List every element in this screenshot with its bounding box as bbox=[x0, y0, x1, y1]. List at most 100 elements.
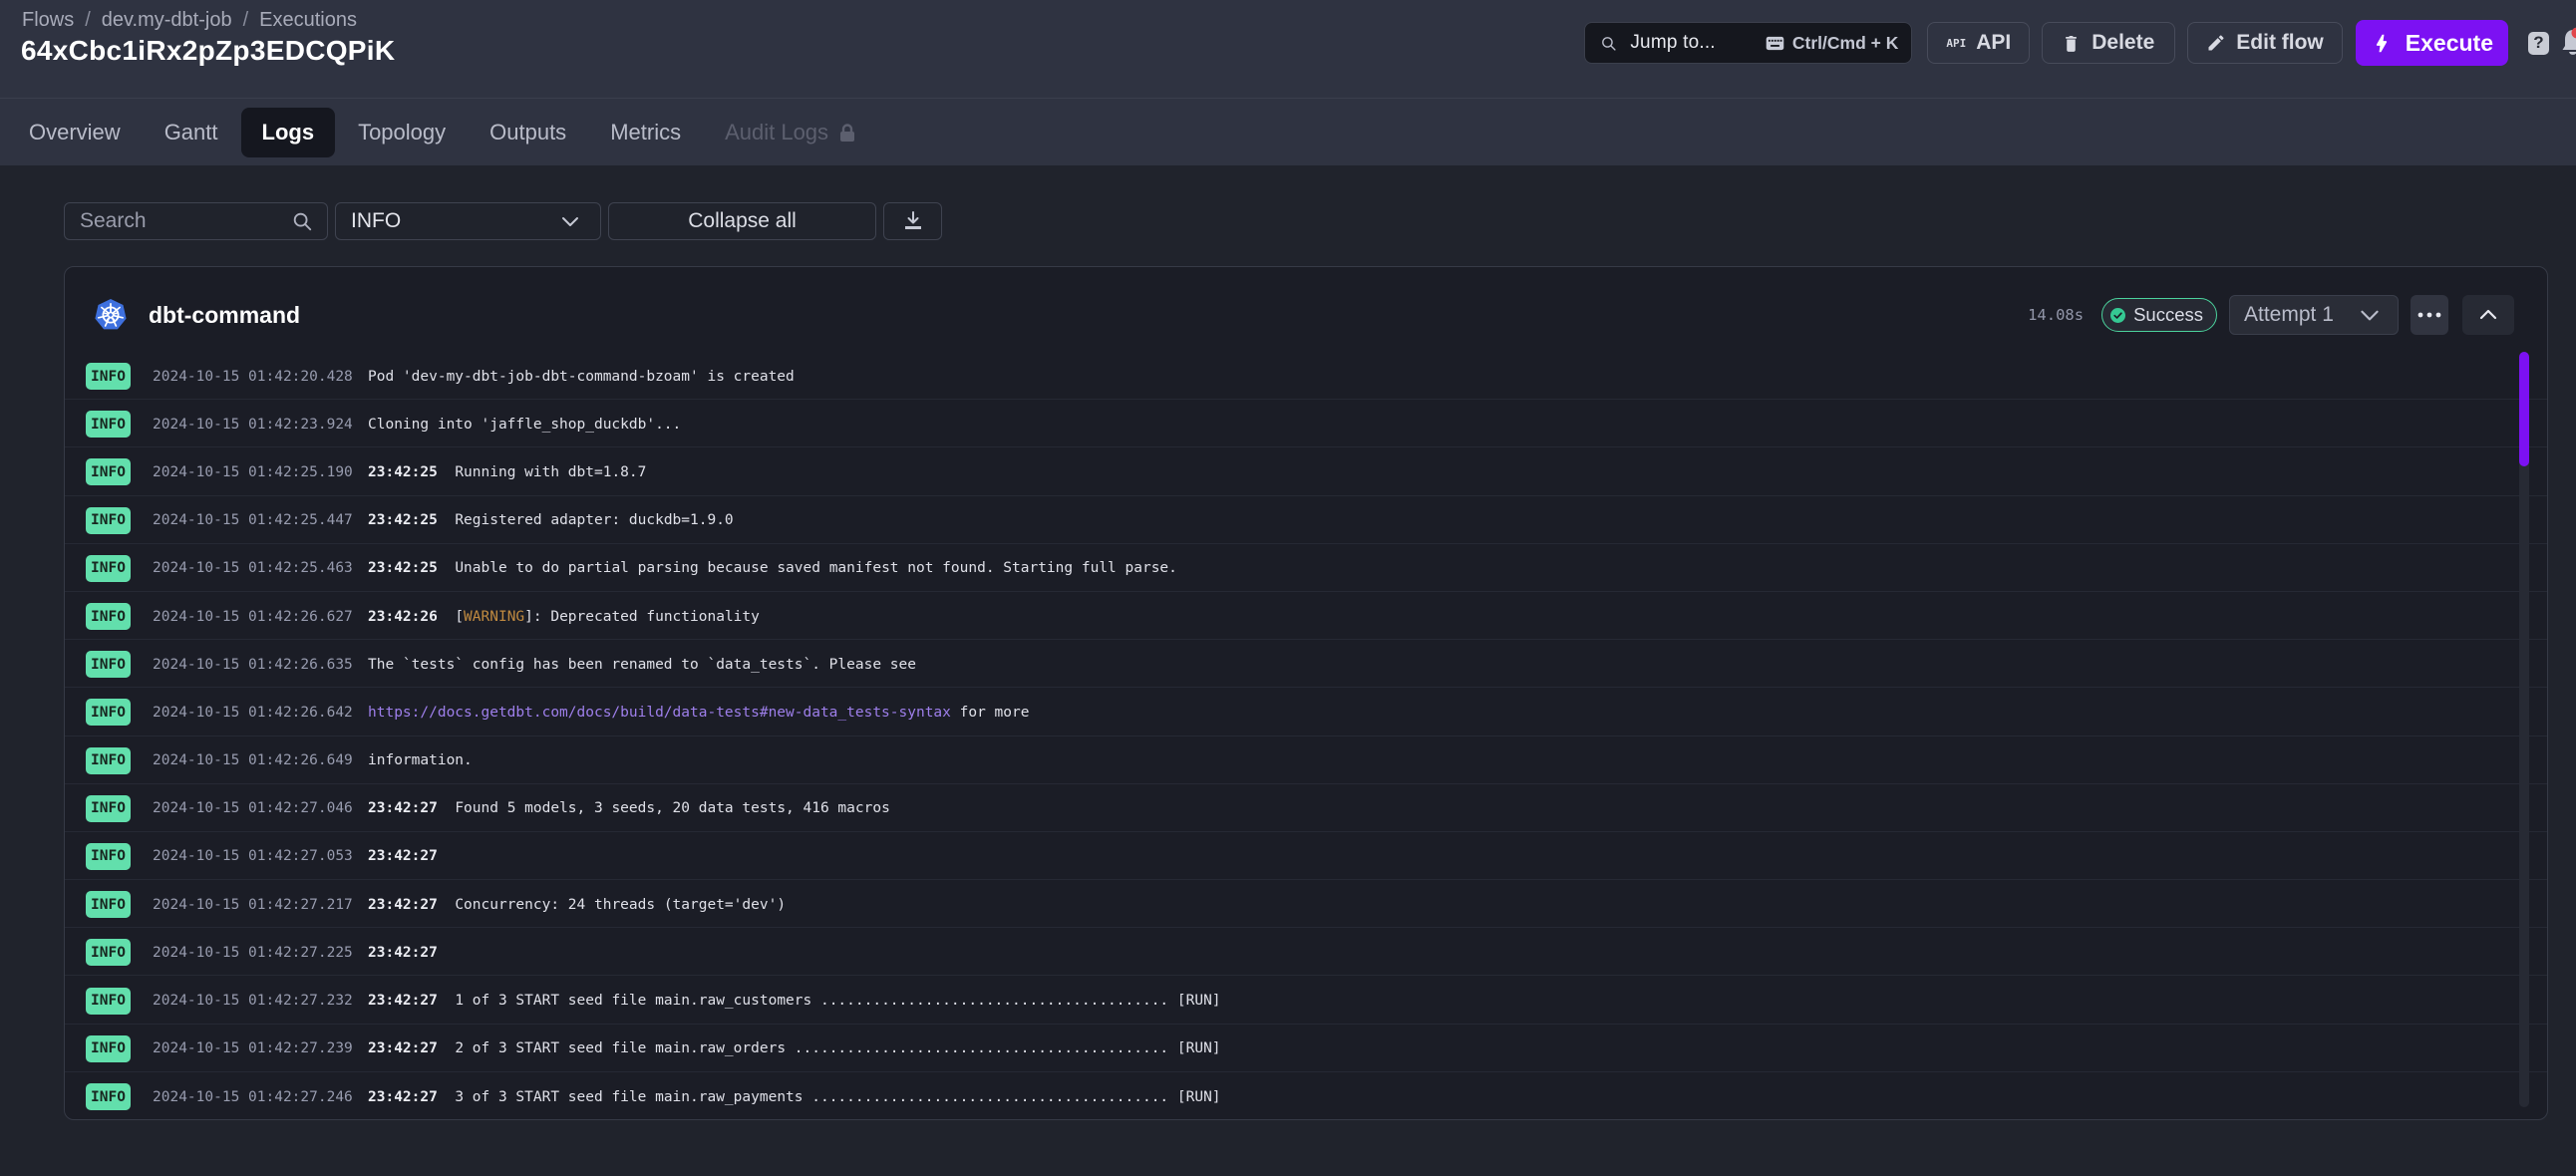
help-icon: ? bbox=[2533, 33, 2543, 53]
search-input[interactable]: Search bbox=[64, 202, 328, 240]
log-text: ]: Deprecated functionality bbox=[524, 609, 760, 625]
log-text: Found 5 models, 3 seeds, 20 data tests, … bbox=[455, 800, 890, 816]
log-row: INFO 2024-10-15 01:42:26.642 https://docs.… bbox=[65, 688, 2547, 735]
delete-button[interactable]: Delete bbox=[2042, 22, 2175, 64]
tab-audit-logs: Audit Logs bbox=[725, 120, 856, 146]
log-text: Running with dbt=1.8.7 bbox=[455, 464, 646, 480]
chevron-down-icon bbox=[2357, 302, 2383, 328]
log-row: INFO2024-10-15 01:42:25.46323:42:25 Unab… bbox=[65, 544, 2547, 592]
log-timestamp: 2024-10-15 01:42:27.046 bbox=[153, 800, 352, 816]
log-message: 23:42:27 bbox=[368, 945, 438, 961]
tab-gantt[interactable]: Gantt bbox=[164, 120, 218, 146]
log-timestamp: 2024-10-15 01:42:23.924 bbox=[153, 417, 352, 433]
attempt-select[interactable]: Attempt 1 bbox=[2229, 295, 2399, 335]
tab-outputs[interactable]: Outputs bbox=[489, 120, 566, 146]
log-text: 1 of 3 START seed file main.raw_customer… bbox=[455, 993, 1220, 1009]
log-timestamp: 2024-10-15 01:42:25.190 bbox=[153, 464, 352, 480]
log-text: for more bbox=[951, 705, 1030, 721]
log-link[interactable]: https://docs.getdbt.com/docs/build/data-… bbox=[368, 705, 951, 721]
log-row: INFO2024-10-15 01:42:26.635The `tests` c… bbox=[65, 640, 2547, 688]
log-level-badge: INFO bbox=[86, 411, 131, 438]
log-time-prefix: 23:42:27 bbox=[368, 1089, 455, 1105]
tab-metrics[interactable]: Metrics bbox=[610, 120, 681, 146]
log-row: INFO2024-10-15 01:42:27.05323:42:27 bbox=[65, 832, 2547, 880]
log-timestamp: 2024-10-15 01:42:20.428 bbox=[153, 369, 352, 385]
log-row: INFO2024-10-15 01:42:26.649information. bbox=[65, 736, 2547, 784]
log-message: Pod 'dev-my-dbt-job-dbt-command-bzoam' i… bbox=[368, 369, 795, 385]
ellipsis-icon bbox=[2417, 312, 2441, 318]
breadcrumb-executions[interactable]: Executions bbox=[259, 9, 357, 32]
log-timestamp: 2024-10-15 01:42:26.635 bbox=[153, 657, 352, 673]
check-circle-icon bbox=[2110, 308, 2125, 323]
collapse-task-button[interactable] bbox=[2462, 295, 2514, 335]
log-scrollbar-thumb[interactable] bbox=[2519, 352, 2529, 466]
log-message: information. bbox=[368, 752, 473, 768]
log-time-prefix: 23:42:25 bbox=[368, 512, 455, 528]
api-button[interactable]: API API bbox=[1927, 22, 2030, 64]
status-badge: Success bbox=[2101, 298, 2217, 332]
log-message: 23:42:27 bbox=[368, 848, 438, 864]
log-timestamp: 2024-10-15 01:42:26.627 bbox=[153, 609, 352, 625]
log-time-prefix: 23:42:27 bbox=[368, 1040, 455, 1056]
jump-to-shortcut: Ctrl/Cmd + K bbox=[1792, 33, 1898, 54]
log-level-badge: INFO bbox=[86, 651, 131, 678]
help-button[interactable]: ? bbox=[2528, 32, 2549, 55]
log-row: INFO2024-10-15 01:42:25.19023:42:25 Runn… bbox=[65, 447, 2547, 495]
log-level-badge: INFO bbox=[86, 507, 131, 534]
tab-bar: Overview Gantt Logs Topology Outputs Metrics A… bbox=[0, 98, 2576, 165]
jump-to-search[interactable]: Jump to... Ctrl/Cmd + K bbox=[1584, 22, 1912, 64]
top-header: Flows / dev.my-dbt-job / Executions 64xC… bbox=[0, 0, 2576, 98]
log-time-prefix: 23:42:27 bbox=[368, 993, 455, 1009]
page-title: 64xCbc1iRx2pZp3EDCQPiK bbox=[21, 35, 395, 67]
tab-overview[interactable]: Overview bbox=[29, 120, 121, 146]
delete-button-label: Delete bbox=[2092, 31, 2154, 55]
execute-button[interactable]: Execute bbox=[2356, 20, 2508, 66]
download-logs-button[interactable] bbox=[883, 202, 942, 240]
tab-logs[interactable]: Logs bbox=[241, 108, 336, 157]
log-text: Cloning into 'jaffle_shop_duckdb'... bbox=[368, 417, 681, 433]
log-level-value: INFO bbox=[351, 209, 558, 233]
log-row: INFO2024-10-15 01:42:20.428Pod 'dev-my-d… bbox=[65, 352, 2547, 400]
log-message: 23:42:25 Running with dbt=1.8.7 bbox=[368, 464, 646, 480]
header-actions: Jump to... Ctrl/Cmd + K API API Delete E… bbox=[1584, 0, 2576, 86]
bell-icon bbox=[2557, 26, 2576, 60]
log-message: 23:42:25 Registered adapter: duckdb=1.9.… bbox=[368, 512, 734, 528]
log-message: 23:42:27 Found 5 models, 3 seeds, 20 dat… bbox=[368, 800, 890, 816]
log-level-select[interactable]: INFO bbox=[335, 202, 601, 240]
log-timestamp: 2024-10-15 01:42:27.217 bbox=[153, 897, 352, 913]
kubernetes-icon bbox=[94, 298, 128, 332]
notifications-bell-button[interactable] bbox=[2557, 26, 2576, 60]
log-time-prefix: 23:42:25 bbox=[368, 464, 455, 480]
log-message: 23:42:26 [WARNING]: Deprecated functiona… bbox=[368, 609, 760, 625]
task-log-header: dbt-command 14.08s Success Attempt 1 bbox=[65, 267, 2547, 352]
status-label: Success bbox=[2133, 304, 2203, 326]
log-level-badge: INFO bbox=[86, 747, 131, 774]
api-icon: API bbox=[1946, 37, 1966, 50]
log-row: INFO 2024-10-15 01:42:23.924 Cloning into … bbox=[65, 400, 2547, 447]
log-level-badge: INFO bbox=[86, 1083, 131, 1110]
log-timestamp: 2024-10-15 01:42:27.053 bbox=[153, 848, 352, 864]
tab-label: Overview bbox=[29, 120, 121, 145]
log-text: information. bbox=[368, 752, 473, 768]
log-row: INFO 2024-10-15 01:42:27.046 23:42:27 Foun… bbox=[65, 784, 2547, 832]
collapse-all-button[interactable]: Collapse all bbox=[608, 202, 876, 240]
tab-label: Topology bbox=[358, 120, 446, 145]
task-menu-button[interactable] bbox=[2411, 295, 2448, 335]
log-row: INFO2024-10-15 01:42:25.44723:42:25 Regi… bbox=[65, 496, 2547, 544]
breadcrumb-flows[interactable]: Flows bbox=[22, 9, 74, 32]
breadcrumb-flow-id[interactable]: dev.my-dbt-job bbox=[102, 9, 232, 32]
execute-button-label: Execute bbox=[2406, 30, 2493, 57]
tab-label: Metrics bbox=[610, 120, 681, 145]
lock-icon bbox=[838, 123, 856, 143]
log-row: INFO2024-10-15 01:42:27.21723:42:27 Conc… bbox=[65, 880, 2547, 928]
log-time-prefix: 23:42:26 bbox=[368, 609, 455, 625]
tab-topology[interactable]: Topology bbox=[358, 120, 446, 146]
log-timestamp: 2024-10-15 01:42:26.642 bbox=[153, 705, 352, 721]
log-level-badge: INFO bbox=[86, 699, 131, 726]
log-text: Unable to do partial parsing because sav… bbox=[455, 560, 1177, 576]
log-level-badge: INFO bbox=[86, 795, 131, 822]
edit-flow-button[interactable]: Edit flow bbox=[2187, 22, 2343, 64]
log-list: INFO 2024-10-15 01:42:20.428 Pod 'dev-my-d… bbox=[65, 352, 2547, 1119]
log-row: INFO2024-10-15 01:42:27.24623:42:27 3 of… bbox=[65, 1072, 2547, 1120]
log-timestamp: 2024-10-15 01:42:27.232 bbox=[153, 993, 352, 1009]
